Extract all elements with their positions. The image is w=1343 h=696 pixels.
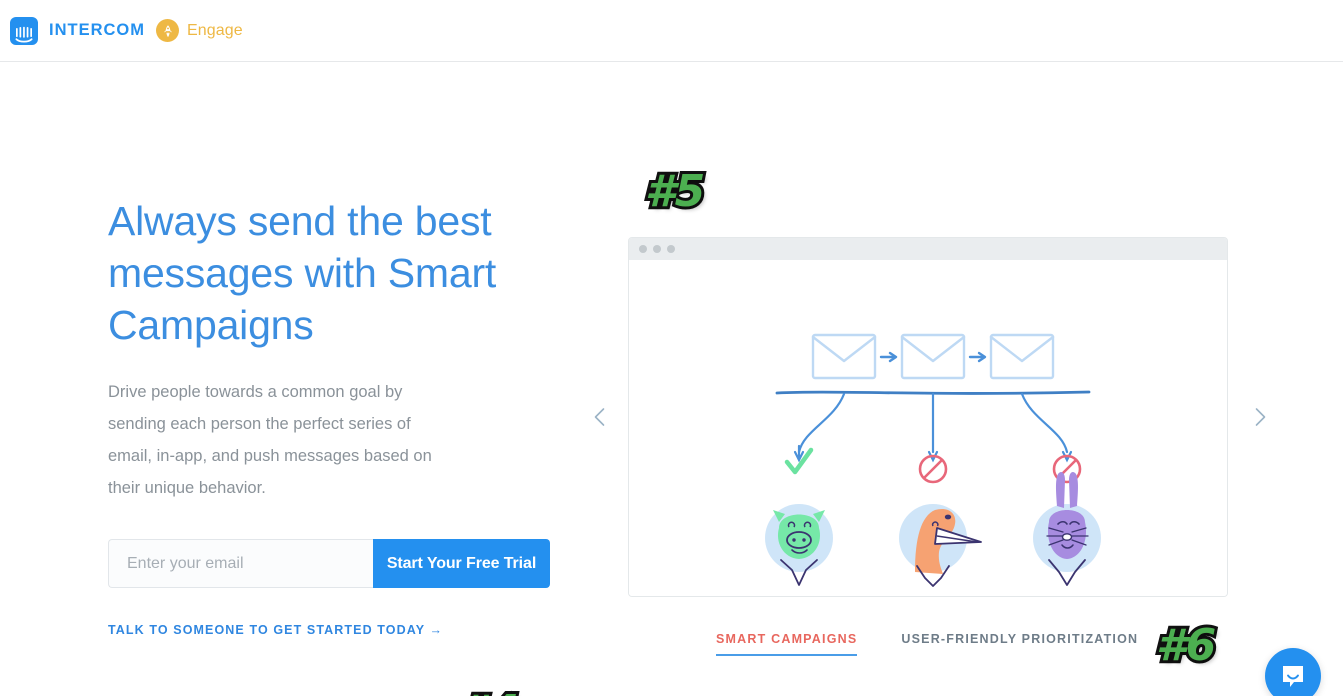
email-field[interactable] — [108, 539, 373, 588]
browser-title-bar — [629, 238, 1227, 260]
brand-name: INTERCOM — [49, 21, 145, 39]
site-header: INTERCOM Engage — [0, 0, 1343, 62]
signup-form: Start Your Free Trial — [108, 539, 550, 588]
feature-carousel: SMART CAMPAIGNS USER-FRIENDLY PRIORITIZA… — [570, 177, 1290, 696]
window-dot — [667, 245, 675, 253]
annotation-badge-6: #6 — [1153, 620, 1219, 671]
tab-smart-campaigns[interactable]: SMART CAMPAIGNS — [716, 632, 858, 656]
rocket-icon — [156, 19, 179, 42]
intercom-logo-icon — [10, 16, 38, 45]
window-dot — [653, 245, 661, 253]
talk-to-someone-link[interactable]: TALK TO SOMEONE TO GET STARTED TODAY → — [108, 623, 443, 637]
smart-campaigns-flow-illustration — [629, 260, 1227, 596]
chevron-left-icon[interactable] — [588, 405, 612, 429]
hero-text-column: Always send the best messages with Smart… — [108, 195, 558, 639]
chevron-right-icon[interactable] — [1248, 405, 1272, 429]
annotation-badge-4: #4 — [456, 687, 522, 696]
start-free-trial-button[interactable]: Start Your Free Trial — [373, 539, 550, 588]
messenger-bubble-icon[interactable] — [1265, 648, 1321, 696]
page-title: Always send the best messages with Smart… — [108, 198, 497, 348]
window-dot — [639, 245, 647, 253]
browser-mockup — [628, 237, 1228, 597]
annotation-badge-5: #5 — [642, 166, 708, 217]
hero-subtitle: Drive people towards a common goal by se… — [108, 383, 432, 497]
engage-label: Engage — [187, 21, 243, 39]
tab-user-friendly-prioritization[interactable]: USER-FRIENDLY PRIORITIZATION — [901, 632, 1138, 656]
carousel-tabs: SMART CAMPAIGNS USER-FRIENDLY PRIORITIZA… — [716, 632, 1138, 656]
page-body: Always send the best messages with Smart… — [0, 62, 1343, 696]
brand-group[interactable]: INTERCOM Engage — [10, 16, 243, 45]
